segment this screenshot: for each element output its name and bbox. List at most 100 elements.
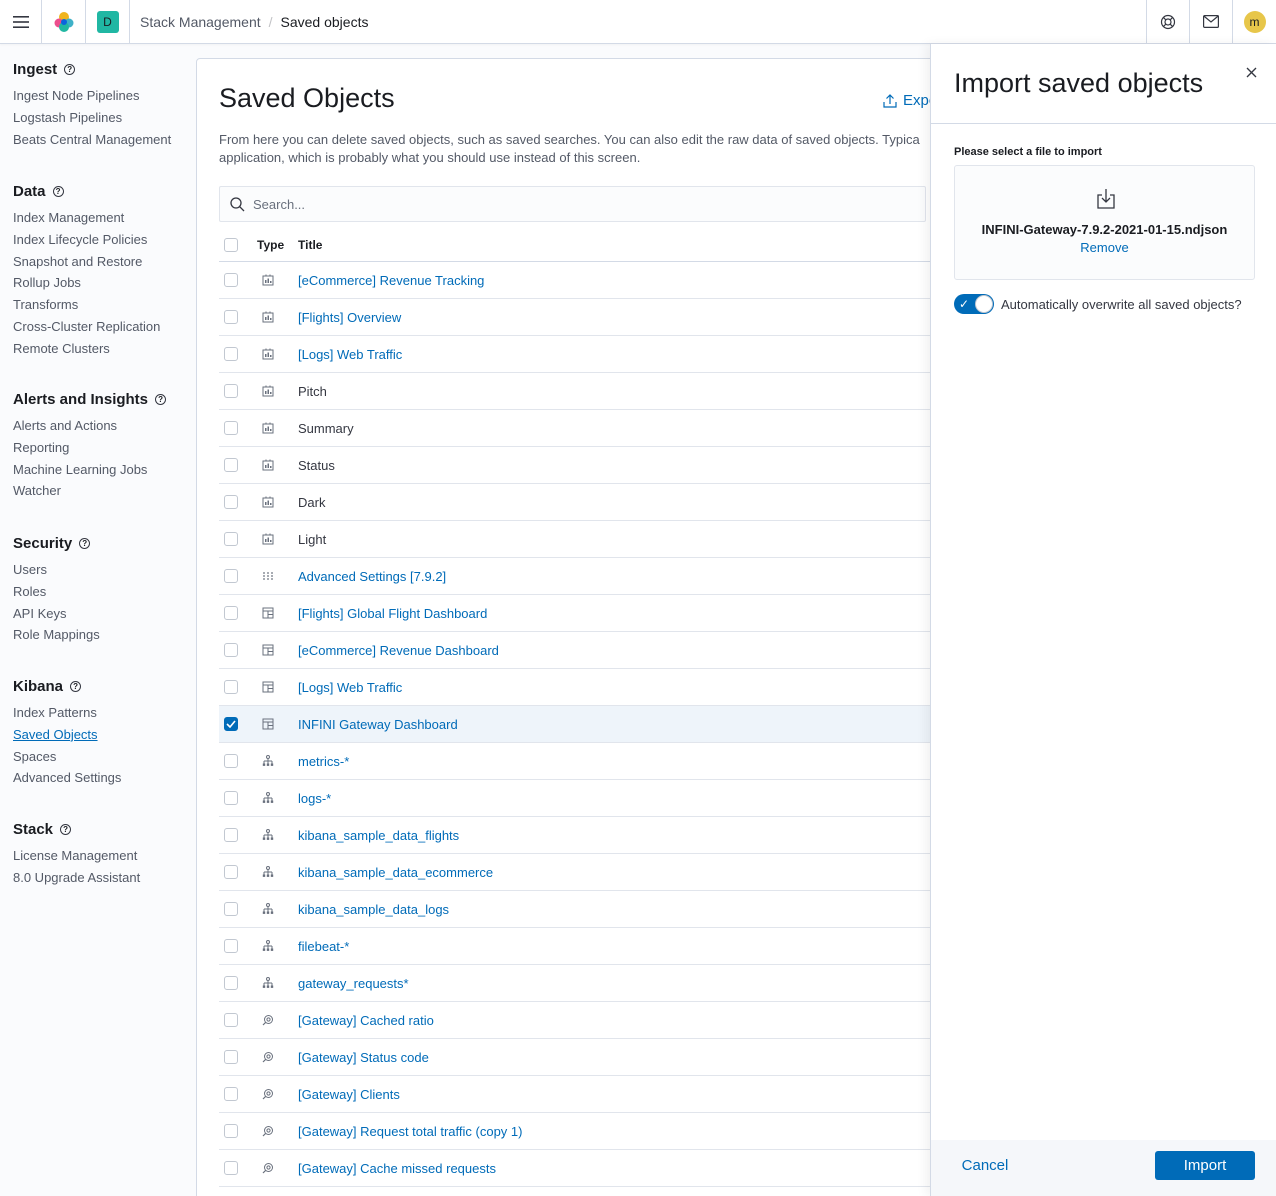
sidebar-item-upgrade-assistant[interactable]: 8.0 Upgrade Assistant (13, 867, 140, 889)
sidebar-item-license-management[interactable]: License Management (13, 845, 140, 867)
row-title[interactable]: kibana_sample_data_logs (298, 902, 955, 917)
row-title[interactable]: [Flights] Overview (298, 310, 955, 325)
sidebar-item-spaces[interactable]: Spaces (13, 746, 121, 768)
help-icon[interactable]: ? (60, 823, 72, 835)
sidebar-item-cross-cluster-replication[interactable]: Cross-Cluster Replication (13, 316, 160, 338)
sidebar-item-rollup-jobs[interactable]: Rollup Jobs (13, 272, 160, 294)
row-title[interactable]: [Gateway] Status code (298, 1050, 955, 1065)
row-checkbox[interactable] (224, 569, 238, 583)
visualization-icon[interactable] (255, 385, 298, 397)
row-title[interactable]: [eCommerce] Revenue Dashboard (298, 643, 955, 658)
file-picker[interactable]: INFINI-Gateway-7.9.2-2021-01-15.ndjson R… (954, 165, 1255, 280)
row-checkbox[interactable] (224, 310, 238, 324)
row-title[interactable]: kibana_sample_data_flights (298, 828, 955, 843)
index-pattern-icon[interactable] (255, 903, 298, 915)
sidebar-item-ingest-node-pipelines[interactable]: Ingest Node Pipelines (13, 85, 171, 107)
search-icon[interactable] (255, 1125, 298, 1137)
sidebar-item-advanced-settings[interactable]: Advanced Settings (13, 767, 121, 789)
help-icon[interactable]: ? (70, 680, 82, 692)
visualization-icon[interactable] (255, 496, 298, 508)
menu-toggle-button[interactable] (0, 0, 42, 43)
dashboard-icon[interactable] (255, 607, 298, 619)
row-checkbox[interactable] (224, 421, 238, 435)
cancel-button[interactable]: Cancel (947, 1150, 1023, 1180)
visualization-icon[interactable] (255, 348, 298, 360)
help-icon[interactable]: ? (155, 393, 167, 405)
row-title[interactable]: gateway_requests* (298, 976, 955, 991)
visualization-icon[interactable] (255, 533, 298, 545)
sidebar-item-api-keys[interactable]: API Keys (13, 603, 100, 625)
row-checkbox[interactable] (224, 976, 238, 990)
search-input[interactable] (253, 196, 853, 212)
index-pattern-icon[interactable] (255, 940, 298, 952)
row-title[interactable]: [Logs] Web Traffic (298, 347, 955, 362)
row-checkbox[interactable] (224, 865, 238, 879)
sidebar-item-watcher[interactable]: Watcher (13, 480, 166, 502)
index-pattern-icon[interactable] (255, 792, 298, 804)
visualization-icon[interactable] (255, 274, 298, 286)
row-checkbox[interactable] (224, 1161, 238, 1175)
visualization-icon[interactable] (255, 311, 298, 323)
row-checkbox[interactable] (224, 1087, 238, 1101)
row-checkbox[interactable] (224, 754, 238, 768)
help-icon[interactable]: ? (52, 185, 64, 197)
row-checkbox[interactable] (224, 384, 238, 398)
row-title[interactable]: filebeat-* (298, 939, 955, 954)
sidebar-item-snapshot-and-restore[interactable]: Snapshot and Restore (13, 251, 160, 273)
close-flyout-button[interactable] (1241, 62, 1261, 82)
help-icon[interactable]: ? (64, 63, 76, 75)
row-checkbox[interactable] (224, 939, 238, 953)
row-title[interactable]: logs-* (298, 791, 955, 806)
sidebar-item-remote-clusters[interactable]: Remote Clusters (13, 338, 160, 360)
row-title[interactable]: [Gateway] Cached ratio (298, 1013, 955, 1028)
row-title[interactable]: [eCommerce] Revenue Tracking (298, 273, 955, 288)
config-icon[interactable] (255, 570, 298, 582)
import-button[interactable]: Import (1155, 1151, 1255, 1180)
row-checkbox[interactable] (224, 532, 238, 546)
sidebar-item-transforms[interactable]: Transforms (13, 294, 160, 316)
row-title[interactable]: INFINI Gateway Dashboard (298, 717, 955, 732)
column-header-title[interactable]: Title (298, 238, 955, 252)
sidebar-item-saved-objects[interactable]: Saved Objects (13, 724, 121, 746)
row-checkbox[interactable] (224, 680, 238, 694)
column-header-type[interactable]: Type (255, 238, 298, 252)
row-title[interactable]: [Logs] Web Traffic (298, 680, 955, 695)
row-checkbox[interactable] (224, 643, 238, 657)
row-checkbox[interactable] (224, 791, 238, 805)
kibana-logo-link[interactable] (42, 0, 86, 43)
row-checkbox[interactable] (224, 458, 238, 472)
row-title[interactable]: kibana_sample_data_ecommerce (298, 865, 955, 880)
row-checkbox[interactable] (224, 828, 238, 842)
dashboard-icon[interactable] (255, 644, 298, 656)
row-title[interactable]: [Flights] Global Flight Dashboard (298, 606, 955, 621)
row-checkbox[interactable] (224, 273, 238, 287)
search-icon[interactable] (255, 1088, 298, 1100)
visualization-icon[interactable] (255, 422, 298, 434)
index-pattern-icon[interactable] (255, 829, 298, 841)
sidebar-item-alerts-and-actions[interactable]: Alerts and Actions (13, 415, 166, 437)
row-checkbox[interactable] (224, 347, 238, 361)
search-icon[interactable] (255, 1162, 298, 1174)
row-title[interactable]: [Gateway] Request total traffic (copy 1) (298, 1124, 955, 1139)
row-checkbox[interactable] (224, 1124, 238, 1138)
search-icon[interactable] (255, 1014, 298, 1026)
space-selector[interactable]: D (86, 0, 130, 43)
sidebar-item-beats-central-management[interactable]: Beats Central Management (13, 129, 171, 151)
dashboard-icon[interactable] (255, 718, 298, 730)
newsfeed-button[interactable] (1189, 0, 1232, 43)
sidebar-item-roles[interactable]: Roles (13, 581, 100, 603)
row-title[interactable]: [Gateway] Clients (298, 1087, 955, 1102)
row-checkbox[interactable] (224, 902, 238, 916)
row-title[interactable]: metrics-* (298, 754, 955, 769)
index-pattern-icon[interactable] (255, 866, 298, 878)
row-checkbox[interactable] (224, 495, 238, 509)
sidebar-item-index-management[interactable]: Index Management (13, 207, 160, 229)
row-title[interactable]: Advanced Settings [7.9.2] (298, 569, 955, 584)
sidebar-item-users[interactable]: Users (13, 559, 100, 581)
help-icon[interactable]: ? (79, 537, 91, 549)
index-pattern-icon[interactable] (255, 977, 298, 989)
overwrite-toggle[interactable]: ✓ (954, 294, 994, 314)
sidebar-item-index-lifecycle-policies[interactable]: Index Lifecycle Policies (13, 229, 160, 251)
sidebar-item-logstash-pipelines[interactable]: Logstash Pipelines (13, 107, 171, 129)
row-checkbox[interactable] (224, 1013, 238, 1027)
